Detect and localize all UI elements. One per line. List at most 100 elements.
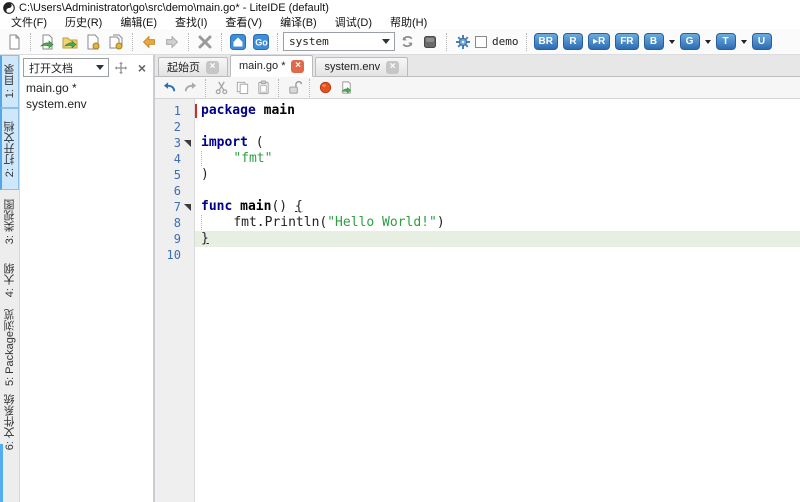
reload-env-button[interactable] [396, 31, 418, 53]
fold-marker-icon[interactable] [181, 135, 195, 151]
refresh-icon [400, 34, 415, 49]
redo-button[interactable] [180, 78, 200, 98]
export-button[interactable] [336, 78, 356, 98]
fold-marker-icon[interactable] [181, 199, 195, 215]
new-file-button[interactable] [3, 31, 25, 53]
close-icon[interactable]: × [291, 60, 304, 73]
demo-checkbox[interactable] [475, 36, 487, 48]
open-file-button[interactable] [36, 31, 58, 53]
svg-text:Go: Go [255, 37, 268, 47]
menu-edit[interactable]: 编辑(E) [111, 14, 166, 30]
code-line[interactable]: 10 [155, 247, 800, 263]
code-line[interactable]: 4 "fmt" [155, 151, 800, 167]
menu-build[interactable]: 编译(B) [271, 14, 326, 30]
panel-float-button[interactable] [112, 59, 130, 77]
build-and-run-button[interactable]: BR [534, 33, 558, 50]
menu-find[interactable]: 查找(I) [166, 14, 216, 30]
build-config-button[interactable] [452, 31, 474, 53]
home-button[interactable] [227, 31, 249, 53]
menu-file[interactable]: 文件(F) [2, 14, 56, 30]
sidebar-tab-outline[interactable]: 4: 大纲 [0, 254, 19, 306]
code-text[interactable]: } [195, 231, 800, 247]
save-file-button[interactable] [82, 31, 104, 53]
sidebar-accent-strip [0, 444, 3, 502]
code-text[interactable]: func main() { [195, 199, 800, 215]
build-dropdown-icon[interactable] [669, 40, 675, 44]
code-line[interactable]: 2 [155, 119, 800, 135]
test-button[interactable]: T [716, 33, 736, 50]
code-line[interactable]: 6 [155, 183, 800, 199]
edit-tools-button[interactable] [194, 31, 216, 53]
panel-close-button[interactable]: × [133, 59, 151, 77]
panel-header: 打开文档 × [20, 55, 153, 80]
sidebar-tab-package-browser[interactable]: 5: Package浏览 [0, 306, 19, 390]
env-combobox[interactable]: system [283, 32, 395, 51]
code-text[interactable]: package main [195, 103, 800, 119]
tab-start-page[interactable]: 起始页 × [158, 57, 228, 76]
menu-view[interactable]: 查看(V) [216, 14, 271, 30]
panel-selector-combobox[interactable]: 打开文档 [23, 58, 109, 77]
editor-toolbar [155, 77, 800, 99]
line-number: 6 [155, 183, 181, 199]
code-text[interactable]: ) [195, 167, 800, 183]
run-button[interactable]: R [563, 33, 583, 50]
code-line[interactable]: 8 fmt.Println("Hello World!") [155, 215, 800, 231]
close-icon[interactable]: × [206, 61, 219, 74]
breakpoint-button[interactable] [315, 78, 335, 98]
code-text[interactable] [195, 119, 800, 135]
liteide-window: C:\Users\Administrator\go\src\demo\main.… [0, 0, 800, 502]
code-text[interactable]: "fmt" [195, 151, 800, 167]
build-button[interactable]: B [644, 33, 664, 50]
home-icon [230, 34, 246, 50]
navigate-back-button[interactable] [138, 31, 160, 53]
paste-button[interactable] [253, 78, 273, 98]
code-text[interactable]: import ( [195, 135, 800, 151]
code-line[interactable]: 7func main() { [155, 199, 800, 215]
undo-button[interactable] [159, 78, 179, 98]
code-line[interactable]: 9} [155, 231, 800, 247]
get-dropdown-icon[interactable] [705, 40, 711, 44]
list-item[interactable]: system.env [20, 96, 153, 112]
debug-run-button[interactable]: ▸R [588, 33, 610, 50]
menu-history[interactable]: 历史(R) [56, 14, 111, 30]
list-item[interactable]: main.go * [20, 80, 153, 96]
save-all-button[interactable] [105, 31, 127, 53]
unlock-icon [287, 80, 302, 95]
code-line[interactable]: 1package main [155, 103, 800, 119]
chevron-down-icon [382, 39, 390, 44]
close-icon[interactable]: × [386, 61, 399, 74]
code-editor[interactable]: 1package main23import (4 "fmt"5)67func m… [155, 99, 800, 502]
demo-checkbox-label[interactable]: demo [492, 35, 519, 48]
copy-button[interactable] [232, 78, 252, 98]
cut-button[interactable] [211, 78, 231, 98]
tools-cross-icon [197, 34, 213, 50]
sidebar-tab-opened-files[interactable]: 2: 打开文档 [0, 108, 19, 190]
sidebar-tab-class-view[interactable]: 3: 类视图 [0, 190, 19, 254]
code-text[interactable] [195, 247, 800, 263]
open-folder-button[interactable] [59, 31, 81, 53]
toggle-readonly-button[interactable] [284, 78, 304, 98]
menu-debug[interactable]: 调试(D) [326, 14, 381, 30]
paste-icon [256, 80, 271, 95]
code-line[interactable]: 3import ( [155, 135, 800, 151]
menu-help[interactable]: 帮助(H) [381, 14, 436, 30]
code-line[interactable]: 5) [155, 167, 800, 183]
copy-icon [235, 80, 250, 95]
line-number: 5 [155, 167, 181, 183]
update-button[interactable]: U [752, 33, 772, 50]
code-text[interactable]: fmt.Println("Hello World!") [195, 215, 800, 231]
test-dropdown-icon[interactable] [741, 40, 747, 44]
toolbar-separator [188, 33, 189, 51]
file-run-button[interactable]: FR [615, 33, 638, 50]
fold-margin [181, 231, 195, 247]
go-docs-button[interactable]: Go [250, 31, 272, 53]
fold-margin [181, 215, 195, 231]
tab-main-go[interactable]: main.go * × [230, 55, 313, 77]
toolbar-separator [526, 33, 527, 51]
navigate-forward-button[interactable] [161, 31, 183, 53]
code-text[interactable] [195, 183, 800, 199]
stop-action-button[interactable] [419, 31, 441, 53]
go-get-button[interactable]: G [680, 33, 700, 50]
sidebar-tab-folders[interactable]: 1: 目录 [0, 55, 19, 108]
tab-system-env[interactable]: system.env × [315, 57, 408, 76]
